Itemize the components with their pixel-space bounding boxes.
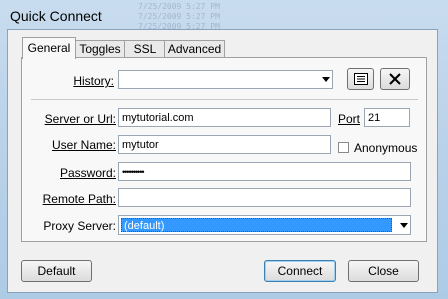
anonymous-label: Anonymous <box>354 141 418 155</box>
close-icon <box>389 73 401 85</box>
password-label: Password: <box>59 166 116 180</box>
quick-connect-dialog: General Toggles SSL Advanced History: Se… <box>7 29 438 293</box>
history-label: History: <box>73 74 114 88</box>
history-dropdown[interactable] <box>118 70 333 89</box>
window-title: Quick Connect <box>10 8 102 24</box>
list-icon <box>353 73 368 85</box>
server-input[interactable]: mytutorial.com <box>118 108 331 127</box>
history-delete-button[interactable] <box>380 68 410 90</box>
history-details-button[interactable] <box>347 68 374 90</box>
proxy-label: Proxy Server: <box>43 219 116 233</box>
proxy-dropdown[interactable]: (default) <box>118 215 411 235</box>
server-label: Server or Url: <box>44 112 116 126</box>
close-button[interactable]: Close <box>348 260 419 282</box>
port-input[interactable]: 21 <box>364 108 410 127</box>
remote-path-label: Remote Path: <box>42 192 116 206</box>
username-input[interactable]: mytutor <box>118 135 331 154</box>
background-text: 7/25/2009 5:27 PM <box>138 12 220 21</box>
anonymous-checkbox[interactable] <box>338 142 349 153</box>
chevron-down-icon <box>322 77 330 82</box>
port-label: Port <box>338 112 361 126</box>
chevron-down-icon <box>400 223 408 228</box>
default-button[interactable]: Default <box>21 260 92 282</box>
tab-advanced[interactable]: Advanced <box>164 40 225 58</box>
tab-general[interactable]: General <box>22 37 76 59</box>
remote-path-input[interactable] <box>118 188 411 207</box>
connect-button[interactable]: Connect <box>264 260 336 282</box>
general-panel: History: Server or Url: mytutorial.com P… <box>21 57 427 242</box>
background-text: 7/25/2009 5:27 PM <box>138 2 220 11</box>
username-label: User Name: <box>51 138 116 152</box>
password-input[interactable]: •••••••••• <box>118 162 411 181</box>
tab-ssl[interactable]: SSL <box>124 40 166 58</box>
proxy-selected-value: (default) <box>121 218 392 232</box>
separator <box>31 99 418 100</box>
tab-toggles[interactable]: Toggles <box>74 40 126 58</box>
